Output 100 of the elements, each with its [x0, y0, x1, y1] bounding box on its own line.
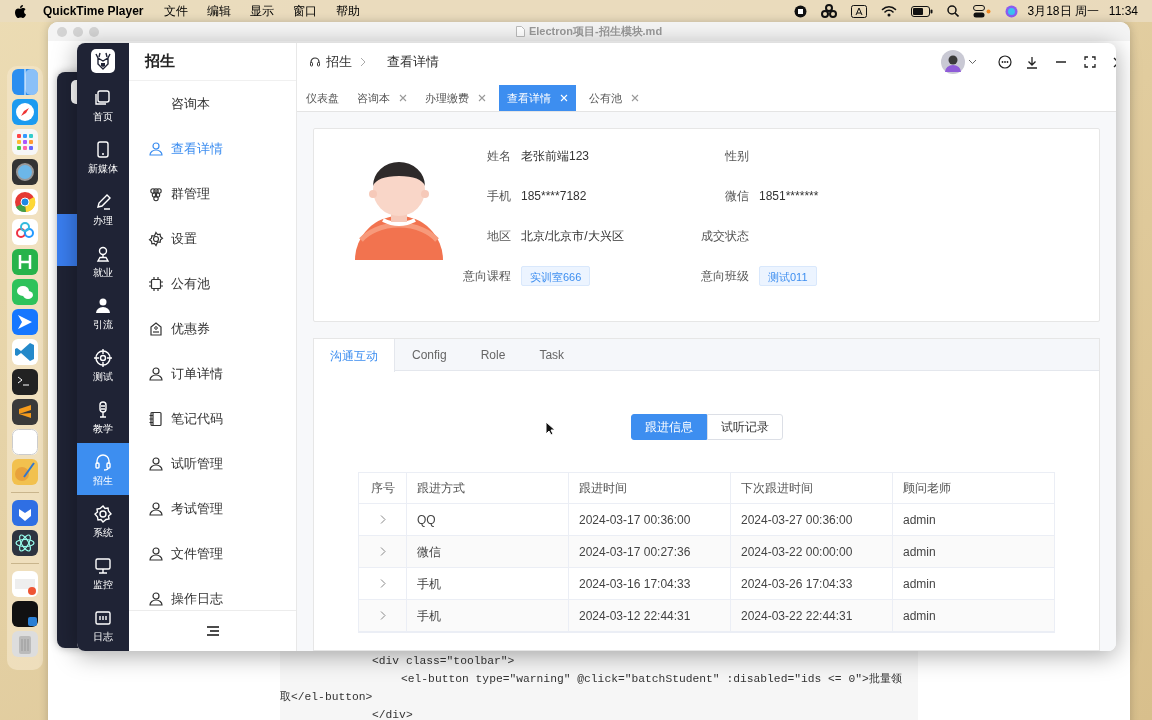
table-cell: 2024-03-16 17:04:33	[569, 568, 731, 599]
menu-item[interactable]: 显示	[249, 2, 274, 20]
field-label: 微信	[724, 188, 750, 205]
submenu-item[interactable]: 操作日志	[129, 576, 296, 610]
download-icon[interactable]	[1026, 55, 1038, 69]
nav-item[interactable]: 首页	[77, 79, 129, 131]
tab[interactable]: 仪表盘	[301, 85, 344, 111]
app-icon[interactable]	[12, 530, 38, 556]
table-cell: 2024-03-12 22:44:31	[569, 600, 731, 631]
tab[interactable]: 办理缴费	[420, 85, 491, 111]
nav-item[interactable]: 引流	[77, 287, 129, 339]
app-icon[interactable]	[12, 369, 38, 395]
headset-icon	[93, 451, 113, 472]
table-cell-text: admin	[902, 543, 937, 561]
table-cell: QQ	[407, 504, 569, 535]
person-icon	[148, 545, 164, 562]
wifi-icon[interactable]	[880, 5, 897, 17]
deer-logo-icon[interactable]	[91, 49, 115, 73]
menu-item[interactable]: 编辑	[206, 2, 231, 20]
app-icon[interactable]	[12, 601, 38, 627]
battery-icon[interactable]	[910, 5, 933, 17]
table-cell-text: admin	[902, 575, 937, 593]
submenu-item[interactable]: 设置	[129, 216, 296, 261]
chevron-down-icon[interactable]	[968, 59, 977, 65]
app-name[interactable]: QuickTime Player	[43, 2, 144, 20]
nav-item[interactable]: 办理	[77, 183, 129, 235]
submenu-item[interactable]: 订单详情	[129, 351, 296, 396]
person-icon	[148, 590, 164, 607]
field-label: 地区	[486, 228, 512, 245]
table-cell: 手机	[407, 600, 569, 631]
crosshair-icon	[93, 347, 113, 368]
submenu-item[interactable]: 群管理	[129, 171, 296, 216]
table-cell: 2024-03-22 22:44:31	[731, 600, 893, 631]
control-center-icon[interactable]	[972, 4, 991, 18]
submenu-item[interactable]: 考试管理	[129, 486, 296, 531]
input-source-icon[interactable]	[850, 4, 867, 18]
headset-icon	[309, 56, 321, 68]
tag: 实训室666	[521, 266, 591, 286]
app-icon[interactable]	[12, 159, 38, 185]
nav-item[interactable]: 日志	[77, 599, 129, 651]
menu-item[interactable]: 窗口	[292, 2, 317, 20]
table-cell: 2024-03-17 00:36:00	[569, 504, 731, 535]
table-cell: 2024-03-27 00:36:00	[731, 504, 893, 535]
copy-icon	[93, 87, 113, 108]
nav-item[interactable]: 新媒体	[77, 131, 129, 183]
apple-icon[interactable]	[14, 3, 27, 19]
nav-item[interactable]: 测试	[77, 339, 129, 391]
menu-item[interactable]: 帮助	[335, 2, 360, 20]
field-label: 手机	[486, 188, 512, 205]
fullscreen-icon[interactable]	[1084, 56, 1096, 68]
person-icon	[148, 365, 164, 382]
tab[interactable]: 咨询本	[352, 85, 412, 111]
tab[interactable]: Role	[463, 339, 523, 371]
chat-icon[interactable]	[998, 55, 1012, 69]
tab[interactable]: Task	[522, 339, 582, 371]
field-value: 1851*******	[759, 188, 819, 205]
submenu-item[interactable]: 咨询本	[129, 81, 296, 126]
nav-item[interactable]: 监控	[77, 547, 129, 599]
column-header: 跟进时间	[569, 473, 731, 503]
grapes-icon	[148, 185, 164, 202]
menu-date[interactable]: 3月18日 周一	[1027, 2, 1099, 20]
app-icon[interactable]	[12, 399, 38, 425]
field-label: 意向课程	[462, 268, 512, 285]
submenu-item[interactable]: 试听管理	[129, 441, 296, 486]
table-cell-text: admin	[902, 511, 937, 529]
breadcrumb-item[interactable]: 查看详情	[387, 52, 439, 72]
tab[interactable]: 公有池	[584, 85, 644, 111]
field-label: 性别	[724, 148, 750, 165]
tab[interactable]: Config	[395, 339, 464, 371]
nav-item[interactable]: 就业	[77, 235, 129, 287]
search-icon[interactable]	[946, 5, 959, 17]
menu-icon[interactable]	[206, 626, 219, 636]
breadcrumb-item[interactable]: 招生	[326, 52, 352, 72]
field-value: 185****7182	[521, 188, 587, 205]
person-icon	[148, 140, 164, 157]
tab[interactable]: 沟通互动	[314, 339, 395, 372]
person-icon	[148, 500, 164, 517]
tag-icon	[148, 320, 164, 337]
avatar-icon[interactable]	[941, 50, 965, 74]
orb-icon[interactable]	[1004, 4, 1018, 18]
field-label: 姓名	[486, 148, 512, 165]
table-cell: 2024-03-22 00:00:00	[731, 536, 893, 567]
field-label: 意向班级	[700, 268, 750, 285]
code-line: <div class="toolbar">	[371, 654, 516, 669]
record-icon[interactable]	[793, 4, 807, 18]
submenu-item[interactable]: 查看详情	[129, 126, 296, 171]
segment-button[interactable]: 试听记录	[706, 414, 783, 440]
menu-item[interactable]: 文件	[163, 2, 188, 20]
circles-icon[interactable]	[820, 4, 837, 18]
chevron-right-icon	[360, 57, 366, 67]
nav-item[interactable]: 教学	[77, 391, 129, 443]
code-line: </div>	[371, 708, 414, 720]
submenu-item[interactable]: 文件管理	[129, 531, 296, 576]
submenu-item[interactable]: 优惠券	[129, 306, 296, 351]
menu-time[interactable]: 11:34	[1108, 2, 1138, 20]
document-icon	[515, 26, 525, 37]
submenu-item[interactable]: 笔记代码	[129, 396, 296, 441]
field-label: 成交状态	[700, 228, 750, 245]
nav-item[interactable]: 系统	[77, 495, 129, 547]
submenu-item[interactable]: 公有池	[129, 261, 296, 306]
